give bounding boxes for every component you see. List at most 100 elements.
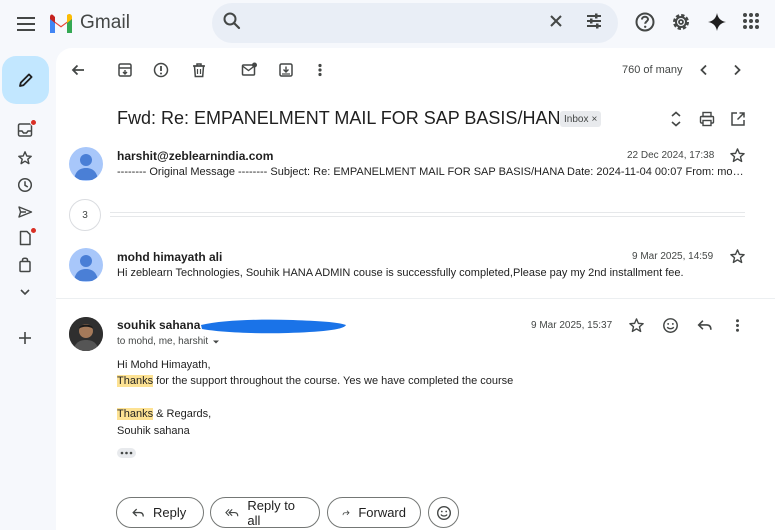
reply-label: Reply bbox=[153, 505, 187, 520]
body-signature: Souhik sahana bbox=[117, 425, 190, 437]
body-text: for the support throughout the course. Y… bbox=[153, 375, 514, 387]
collapsed-divider bbox=[110, 216, 745, 217]
profile-photo-icon bbox=[69, 317, 103, 351]
settings-button[interactable] bbox=[670, 11, 692, 33]
more-options-button[interactable] bbox=[311, 61, 329, 79]
smiley-icon bbox=[663, 318, 678, 333]
star-button[interactable] bbox=[628, 317, 645, 334]
open-external-icon bbox=[731, 112, 745, 126]
compose-button[interactable] bbox=[2, 56, 49, 104]
sender-name[interactable]: souhik sahana bbox=[117, 318, 200, 332]
smiley-icon bbox=[436, 505, 451, 520]
message-more-button[interactable] bbox=[729, 317, 746, 334]
apps-button[interactable] bbox=[741, 11, 761, 31]
hamburger-icon bbox=[17, 17, 35, 31]
reply-icon-button[interactable] bbox=[696, 317, 713, 334]
inbox-label-chip: Inbox × bbox=[560, 111, 602, 127]
more-nav-button[interactable] bbox=[17, 284, 35, 302]
alert-icon bbox=[153, 62, 169, 78]
mark-unread-button[interactable] bbox=[240, 61, 258, 79]
message-date: 9 Mar 2025, 14:59 bbox=[632, 251, 714, 262]
avatar[interactable] bbox=[69, 248, 103, 282]
clear-search-button[interactable] bbox=[546, 11, 566, 31]
grid-apps-icon bbox=[743, 13, 759, 29]
message-date: 22 Dec 2024, 17:38 bbox=[627, 150, 715, 161]
body-greeting: Hi Mohd Himayath, bbox=[117, 359, 211, 371]
star-button[interactable] bbox=[729, 147, 746, 164]
remove-label-button[interactable]: × bbox=[591, 114, 597, 125]
move-to-button[interactable] bbox=[277, 61, 295, 79]
more-horizontal-icon bbox=[120, 451, 133, 455]
tune-icon bbox=[587, 13, 601, 29]
star-button[interactable] bbox=[729, 248, 746, 265]
reply-all-icon bbox=[225, 508, 239, 516]
thread-subject: Fwd: Re: EMPANELMENT MAIL FOR SAP BASIS/… bbox=[117, 108, 573, 128]
delete-button[interactable] bbox=[190, 61, 208, 79]
sender-name[interactable]: harshit@zeblearnindia.com bbox=[117, 149, 273, 163]
more-vertical-icon bbox=[318, 63, 322, 77]
person-icon bbox=[74, 154, 98, 180]
emoji-reaction-button[interactable] bbox=[428, 497, 459, 528]
reply-all-button[interactable]: Reply to all bbox=[210, 497, 320, 528]
snoozed-nav-button[interactable] bbox=[17, 177, 35, 195]
inbox-nav-button[interactable] bbox=[17, 119, 37, 140]
gemini-button[interactable] bbox=[706, 11, 728, 33]
show-trimmed-content-button[interactable] bbox=[117, 448, 136, 458]
move-down-icon bbox=[279, 63, 293, 77]
main-menu-button[interactable] bbox=[10, 8, 42, 40]
body-line: Thanks & Regards, bbox=[117, 408, 211, 420]
caret-down-icon bbox=[213, 340, 220, 343]
search-button[interactable] bbox=[222, 11, 242, 31]
more-vertical-icon bbox=[736, 319, 739, 332]
search-options-button[interactable] bbox=[584, 11, 604, 31]
recipients-toggle[interactable]: to mohd, me, harshit bbox=[117, 336, 220, 347]
add-reaction-button[interactable] bbox=[662, 317, 679, 334]
expand-all-button[interactable] bbox=[668, 110, 684, 128]
sent-nav-button[interactable] bbox=[17, 204, 35, 222]
search-input[interactable] bbox=[252, 11, 542, 33]
collapsed-messages-button[interactable]: 3 bbox=[69, 199, 101, 231]
reply-all-label: Reply to all bbox=[247, 497, 296, 528]
report-spam-button[interactable] bbox=[152, 61, 170, 79]
message-snippet[interactable]: -------- Original Message -------- Subje… bbox=[117, 166, 745, 178]
archive-button[interactable] bbox=[116, 61, 134, 79]
label-chip-text: Inbox bbox=[564, 113, 589, 125]
add-label-button[interactable] bbox=[17, 330, 35, 348]
avatar[interactable] bbox=[69, 147, 103, 181]
reply-icon bbox=[132, 508, 144, 517]
message-divider bbox=[56, 298, 775, 299]
star-icon bbox=[18, 151, 32, 165]
open-new-window-button[interactable] bbox=[729, 110, 747, 128]
highlighted-text: Thanks bbox=[117, 375, 154, 387]
mail-unread-icon bbox=[241, 62, 257, 76]
person-icon bbox=[74, 255, 98, 281]
chevron-left-icon bbox=[700, 64, 707, 76]
starred-nav-button[interactable] bbox=[17, 150, 35, 168]
arrow-left-icon bbox=[71, 64, 84, 76]
help-icon bbox=[635, 12, 655, 32]
forward-label: Forward bbox=[358, 505, 406, 520]
gmail-m-icon bbox=[50, 13, 72, 33]
newer-button[interactable] bbox=[695, 61, 713, 79]
purchases-nav-button[interactable] bbox=[17, 257, 35, 275]
message-date: 9 Mar 2025, 15:37 bbox=[531, 320, 613, 331]
send-icon bbox=[18, 206, 33, 218]
message-snippet[interactable]: Hi zeblearn Technologies, Souhik HANA AD… bbox=[117, 267, 745, 279]
avatar[interactable] bbox=[69, 317, 103, 351]
chevron-right-icon bbox=[734, 64, 741, 76]
collapsed-divider bbox=[110, 212, 745, 213]
forward-button[interactable]: Forward bbox=[327, 497, 421, 528]
sender-name[interactable]: mohd himayath ali bbox=[117, 250, 222, 264]
unfold-icon bbox=[671, 111, 681, 127]
pager-count: 760 of many bbox=[622, 64, 683, 76]
unread-dot bbox=[30, 227, 37, 234]
older-button[interactable] bbox=[728, 61, 746, 79]
print-button[interactable] bbox=[698, 110, 716, 128]
redaction-mark bbox=[198, 316, 348, 336]
gmail-logo[interactable]: Gmail bbox=[48, 9, 130, 37]
help-button[interactable] bbox=[634, 11, 656, 33]
back-button[interactable] bbox=[69, 61, 87, 79]
archive-icon bbox=[118, 63, 132, 77]
drafts-nav-button[interactable] bbox=[17, 227, 37, 248]
reply-button[interactable]: Reply bbox=[116, 497, 204, 528]
